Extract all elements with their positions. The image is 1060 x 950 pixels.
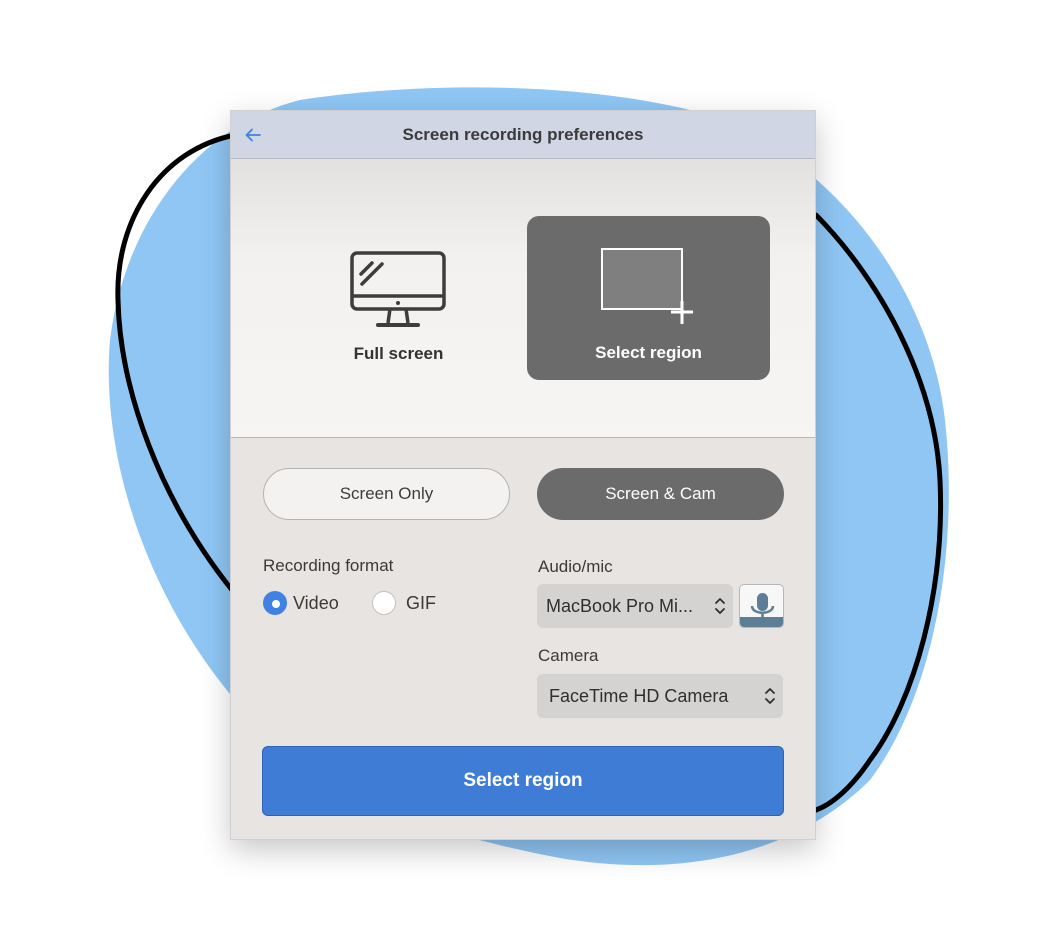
video-radio-dot[interactable] <box>263 591 287 615</box>
monitor-icon <box>350 251 446 327</box>
select-region-option[interactable]: Select region <box>527 216 770 380</box>
audio-mic-select[interactable]: MacBook Pro Mi... <box>537 584 733 628</box>
up-down-chevron-icon <box>715 598 725 614</box>
full-screen-option[interactable]: Full screen <box>277 216 520 380</box>
camera-value: FaceTime HD Camera <box>549 685 729 706</box>
region-select-icon <box>601 248 693 324</box>
gif-radio-label: GIF <box>406 592 436 613</box>
select-region-button[interactable]: Select region <box>262 746 784 816</box>
back-button[interactable] <box>241 123 265 147</box>
recording-preferences-window: Screen recording preferences Full screen… <box>230 110 816 840</box>
mic-test-button[interactable] <box>739 584 784 628</box>
full-screen-label: Full screen <box>353 344 444 363</box>
video-radio[interactable]: Video <box>263 591 339 615</box>
audio-mic-label: Audio/mic <box>538 557 613 576</box>
up-down-chevron-icon <box>765 688 775 704</box>
camera-select[interactable]: FaceTime HD Camera <box>537 674 783 718</box>
microphone-icon <box>740 593 783 627</box>
capture-mode-area: Full screen Select region <box>231 159 815 438</box>
screen-only-toggle[interactable]: Screen Only <box>263 468 510 520</box>
gif-radio[interactable]: GIF <box>372 591 436 615</box>
gif-radio-dot[interactable] <box>372 591 396 615</box>
audio-mic-value: MacBook Pro Mi... <box>546 595 694 616</box>
left-arrow-icon <box>245 128 261 142</box>
window-title: Screen recording preferences <box>402 124 644 144</box>
select-region-label: Select region <box>595 343 702 362</box>
camera-label: Camera <box>538 646 599 665</box>
title-bar: Screen recording preferences <box>231 111 815 159</box>
screen-and-cam-toggle[interactable]: Screen & Cam <box>537 468 784 520</box>
video-radio-label: Video <box>293 592 339 613</box>
recording-format-label: Recording format <box>263 556 394 575</box>
